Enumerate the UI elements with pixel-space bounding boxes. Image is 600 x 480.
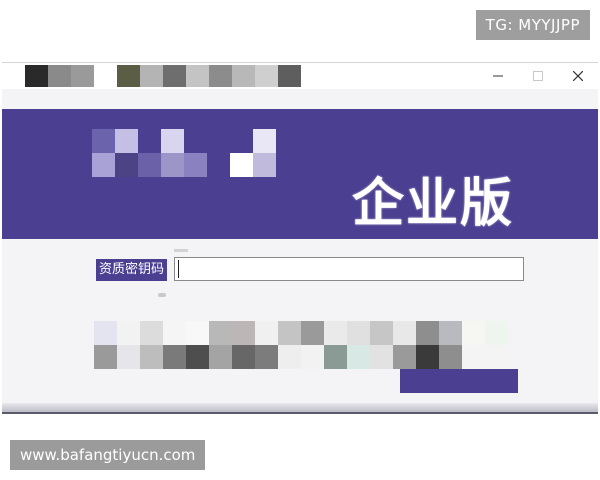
activate-button[interactable] [400,369,518,393]
product-logo-pixelated [92,129,299,177]
screenshot: TG: MYYJJPP 企业版 资质密钥码 www.bafangtiyucn.c… [0,0,600,480]
minimize-icon [493,75,503,77]
close-button[interactable] [558,63,598,89]
activation-window: 企业版 资质密钥码 [2,62,598,414]
license-info-pixelated [94,321,508,369]
minimize-button[interactable] [478,63,518,89]
maximize-icon [533,71,543,81]
window-title-pixelated [2,65,301,87]
watermark-telegram: TG: MYYJJPP [475,10,590,40]
text-caret [178,260,179,278]
window-controls [478,63,598,89]
maximize-button[interactable] [518,63,558,89]
window-bottom-edge [2,403,598,412]
license-key-input[interactable] [174,257,524,281]
edition-title: 企业版 [352,174,515,234]
close-icon [573,71,583,81]
decorative-mark [158,293,166,297]
title-bar[interactable] [2,63,598,89]
decorative-mark [174,249,188,252]
watermark-website: www.bafangtiyucn.com [10,440,206,470]
product-banner: 企业版 [2,109,598,239]
license-key-label: 资质密钥码 [96,259,168,281]
